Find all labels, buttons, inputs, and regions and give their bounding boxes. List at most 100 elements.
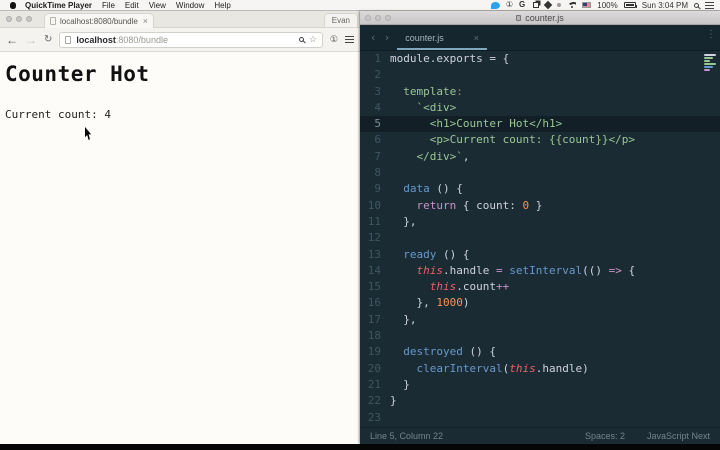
editor-minimize-button[interactable]: [375, 15, 381, 21]
menu-item-edit[interactable]: Edit: [125, 1, 139, 10]
status-dot-icon[interactable]: [557, 3, 562, 7]
menu-app-name[interactable]: QuickTime Player: [25, 1, 92, 10]
history-forward-icon[interactable]: ›: [384, 31, 391, 44]
dropbox-icon[interactable]: [544, 0, 553, 10]
code-line[interactable]: 3 template:: [360, 84, 720, 100]
page-content: Counter Hot Current count: 4: [0, 52, 360, 443]
browser-window: localhost:8080/bundle × Evan ← → ↻ local…: [0, 11, 360, 444]
code-line[interactable]: 5 <h1>Counter Hot</h1>: [360, 116, 720, 133]
editor-status-bar: Line 5, Column 22 Spaces: 2 JavaScript N…: [360, 427, 720, 444]
editor-traffic-lights[interactable]: [365, 15, 391, 21]
code-text: this.handle = setInterval(() => {: [416, 263, 636, 277]
code-line[interactable]: 13 ready () {: [360, 247, 720, 263]
line-number: 4: [374, 100, 381, 114]
line-number: 15: [367, 280, 381, 294]
code-line[interactable]: 1 module.exports = {: [360, 51, 720, 67]
forward-button: →: [25, 32, 37, 47]
code-line[interactable]: 20 clearInterval(this.handle): [360, 361, 720, 377]
code-line[interactable]: 4 `<div>: [360, 100, 720, 116]
code-line[interactable]: 16 }, 1000): [360, 295, 720, 311]
editor-close-button[interactable]: [365, 15, 371, 21]
menu-item-file[interactable]: File: [102, 1, 115, 10]
code-line[interactable]: 14 this.handle = setInterval(() => {: [360, 263, 720, 279]
apple-menu-icon[interactable]: [10, 1, 16, 9]
editor-tab[interactable]: counter.js ×: [397, 25, 488, 50]
twitter-icon[interactable]: [490, 1, 500, 9]
code-text: clearInterval(this.handle): [416, 361, 589, 375]
page-icon: [65, 35, 72, 44]
menu-item-window[interactable]: Window: [176, 1, 204, 10]
line-number: 6: [374, 133, 381, 147]
line-number: 12: [367, 231, 381, 245]
menubar-status-area: ① G 100% Sun 3:04 PM: [490, 0, 720, 10]
extension-badge-icon[interactable]: ①: [330, 35, 338, 44]
code-line[interactable]: 21 }: [360, 377, 720, 393]
minimap[interactable]: [704, 54, 717, 71]
line-number: 8: [374, 166, 381, 180]
editor-zoom-button[interactable]: [385, 15, 391, 21]
editor-tab-close-icon[interactable]: ×: [474, 33, 479, 43]
code-line[interactable]: 23: [360, 410, 720, 426]
chrome-menu-icon[interactable]: [345, 36, 354, 43]
line-number: 11: [367, 214, 381, 228]
line-number: 16: [367, 296, 381, 310]
one-circle-icon[interactable]: ①: [506, 1, 513, 9]
active-tab-indicator: [397, 48, 488, 50]
notification-center-icon[interactable]: [705, 1, 714, 9]
browser-traffic-lights[interactable]: [6, 16, 32, 22]
g-app-icon[interactable]: G: [519, 1, 525, 9]
code-text: this.count++: [429, 280, 510, 294]
profile-button[interactable]: Evan: [323, 13, 358, 27]
code-line[interactable]: 12: [360, 230, 720, 246]
wifi-icon[interactable]: [567, 2, 576, 8]
code-line[interactable]: 18: [360, 328, 720, 344]
zoom-page-icon[interactable]: [298, 37, 304, 42]
minimize-window-button[interactable]: [16, 16, 22, 22]
editor-window-title: counter.js: [516, 13, 564, 23]
code-line[interactable]: 8: [360, 165, 720, 181]
menubar-clock[interactable]: Sun 3:04 PM: [642, 1, 688, 10]
url-host: localhost: [76, 34, 116, 45]
code-line[interactable]: 10 return { count: 0 }: [360, 198, 720, 214]
code-text: data () {: [403, 182, 463, 196]
screen: QuickTime Player File Edit View Window Help …: [0, 0, 720, 450]
code-line[interactable]: 2: [360, 67, 720, 83]
us-flag-icon[interactable]: [582, 2, 592, 8]
code-line[interactable]: 19 destroyed () {: [360, 344, 720, 360]
url-text[interactable]: localhost:8080/bundle: [76, 35, 293, 45]
menu-item-help[interactable]: Help: [214, 1, 230, 10]
bookmark-star-icon[interactable]: ☆: [309, 35, 317, 44]
windows-layers-icon[interactable]: [533, 2, 540, 8]
indent-setting[interactable]: Spaces: 2: [585, 431, 625, 441]
macos-menu-bar: QuickTime Player File Edit View Window Help …: [0, 0, 720, 11]
code-line[interactable]: 7 </div>`,: [360, 149, 720, 165]
code-text: <h1>Counter Hot</h1>: [390, 117, 563, 131]
editor-window: counter.js ‹ › counter.js × ⋮ 1 module.ex…: [360, 11, 720, 444]
reload-button[interactable]: ↻: [44, 34, 52, 45]
zoom-window-button[interactable]: [26, 16, 32, 22]
code-text: template:: [403, 84, 463, 98]
spotlight-search-icon[interactable]: [694, 2, 699, 8]
syntax-setting[interactable]: JavaScript Next: [647, 431, 710, 441]
tab-close-icon[interactable]: ×: [143, 16, 148, 26]
code-line[interactable]: 6 <p>Current count: {{count}}</p>: [360, 132, 720, 148]
line-number: 3: [374, 84, 381, 98]
code-line[interactable]: 17 },: [360, 312, 720, 328]
browser-toolbar: ← → ↻ localhost:8080/bundle ☆ ①: [0, 28, 360, 52]
url-rest: :8080/bundle: [115, 34, 168, 45]
menu-item-view[interactable]: View: [149, 1, 166, 10]
close-window-button[interactable]: [6, 16, 12, 22]
browser-tab[interactable]: localhost:8080/bundle ×: [44, 13, 154, 28]
history-back-icon[interactable]: ‹: [370, 31, 377, 44]
code-area[interactable]: 1 module.exports = {2 3 template: 4 `<div> 5…: [360, 51, 720, 427]
code-line[interactable]: 15 this.count++: [360, 279, 720, 295]
back-button[interactable]: ←: [6, 34, 18, 46]
page-favicon: [50, 17, 56, 25]
overflow-menu-icon[interactable]: ⋮: [706, 29, 716, 40]
code-line[interactable]: 9 data () {: [360, 181, 720, 197]
line-number: 20: [367, 361, 381, 375]
code-line[interactable]: 22}: [360, 393, 720, 409]
line-number: 7: [374, 149, 381, 163]
address-bar[interactable]: localhost:8080/bundle ☆: [59, 31, 323, 48]
code-line[interactable]: 11 },: [360, 214, 720, 230]
